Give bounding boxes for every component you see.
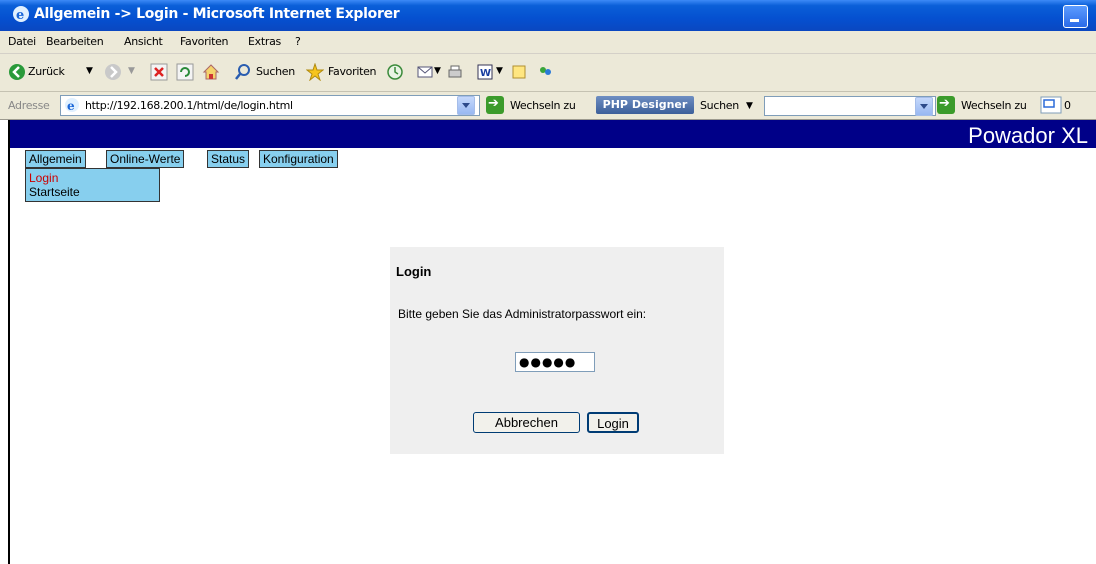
svg-text:e: e [16, 8, 24, 23]
password-input[interactable]: ●●●●● [515, 352, 595, 372]
search-dropdown-icon[interactable]: ▼ [746, 101, 753, 111]
address-bar: Adresse e http://192.168.200.1/html/de/l… [0, 92, 1096, 120]
submenu-item-login[interactable]: Login [29, 171, 58, 185]
window-counter-icon[interactable] [1040, 96, 1062, 114]
cancel-button[interactable]: Abbrechen [473, 412, 580, 433]
toolbar: Zurück ▼ ▼ Suchen Favoriten ▼ W ▼ [0, 54, 1096, 92]
address-input[interactable]: e http://192.168.200.1/html/de/login.htm… [60, 95, 480, 116]
back-dropdown-icon[interactable]: ▼ [86, 66, 93, 76]
messenger-icon[interactable] [536, 63, 554, 81]
menu-favoriten[interactable]: Favoriten [180, 35, 229, 48]
edit-dropdown-icon[interactable]: ▼ [496, 66, 503, 76]
print-icon[interactable] [446, 63, 464, 81]
back-arrow-icon[interactable] [8, 63, 26, 81]
menu-datei[interactable]: Datei [8, 35, 36, 48]
tab-online-werte[interactable]: Online-Werte [106, 150, 185, 168]
tab-status[interactable]: Status [207, 150, 250, 168]
title-bar: e Allgemein -> Login - Microsoft Interne… [0, 0, 1096, 31]
menu-help[interactable]: ? [295, 35, 301, 48]
history-icon[interactable] [386, 63, 404, 81]
address-url: http://192.168.200.1/html/de/login.html [85, 99, 293, 112]
go2-button[interactable]: Wechseln zu [961, 99, 1027, 112]
login-heading: Login [396, 264, 432, 279]
forward-arrow-icon[interactable] [104, 63, 122, 81]
back-button[interactable]: Zurück [28, 65, 65, 78]
tab-allgemein[interactable]: Allgemein [25, 150, 86, 168]
go-button[interactable]: Wechseln zu [510, 99, 576, 112]
svg-text:e: e [67, 99, 75, 113]
stop-icon[interactable] [150, 63, 168, 81]
login-panel: Login Bitte geben Sie das Administratorp… [390, 247, 724, 454]
page-icon: e [65, 98, 79, 113]
search-icon[interactable] [234, 63, 252, 81]
brand-title: Powador XL [968, 123, 1088, 148]
go-arrow-icon[interactable] [486, 96, 504, 114]
favorites-button[interactable]: Favoriten [328, 65, 377, 78]
menu-bar: Datei Bearbeiten Ansicht Favoriten Extra… [0, 31, 1096, 54]
search-field-dropdown-icon[interactable] [915, 97, 933, 116]
toolbar-search-input[interactable] [764, 96, 936, 116]
submenu: Login Startseite [25, 168, 160, 202]
login-button[interactable]: Login [587, 412, 639, 433]
login-prompt: Bitte geben Sie das Administratorpasswor… [398, 307, 647, 321]
window-title: Allgemein -> Login - Microsoft Internet … [34, 6, 400, 22]
search-button[interactable]: Suchen [256, 65, 295, 78]
go2-arrow-icon[interactable] [937, 96, 955, 114]
window-counter: 0 [1064, 99, 1071, 112]
mail-dropdown-icon[interactable]: ▼ [434, 66, 441, 76]
favorites-star-icon[interactable] [306, 63, 324, 81]
header-banner: Powador XL [10, 120, 1096, 148]
refresh-icon[interactable] [176, 63, 194, 81]
ie-icon: e [13, 6, 29, 23]
menu-bearbeiten[interactable]: Bearbeiten [46, 35, 104, 48]
menu-ansicht[interactable]: Ansicht [124, 35, 163, 48]
toolbar-search-label[interactable]: Suchen [700, 99, 739, 112]
menu-extras[interactable]: Extras [248, 35, 281, 48]
submenu-item-startseite[interactable]: Startseite [29, 185, 80, 199]
php-designer-button[interactable]: PHP Designer [596, 96, 694, 114]
notes-icon[interactable] [510, 63, 528, 81]
home-icon[interactable] [202, 63, 220, 81]
mail-icon[interactable] [416, 63, 434, 81]
minimize-button[interactable] [1063, 5, 1088, 28]
word-edit-icon[interactable]: W [476, 63, 494, 81]
svg-text:W: W [480, 68, 491, 79]
address-dropdown-icon[interactable] [457, 96, 475, 115]
tab-konfiguration[interactable]: Konfiguration [259, 150, 338, 168]
address-label: Adresse [8, 99, 50, 112]
forward-dropdown-icon[interactable]: ▼ [128, 66, 135, 76]
web-content: Powador XL Allgemein Online-Werte Status… [8, 120, 1096, 564]
